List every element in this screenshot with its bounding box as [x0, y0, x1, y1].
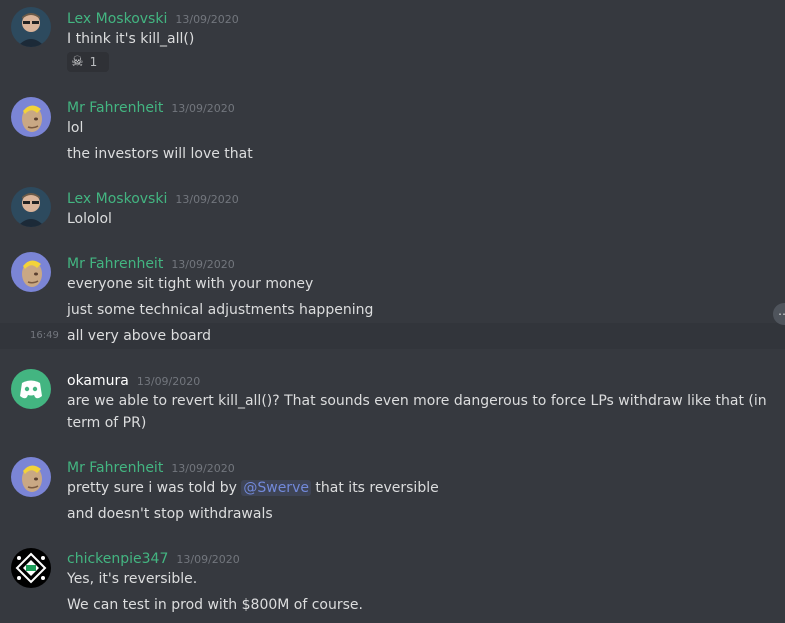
lex-avatar[interactable] [11, 187, 51, 227]
message-text-part: pretty sure i was told by [67, 480, 242, 496]
message-header: Mr Fahrenheit 13/09/2020 [67, 253, 235, 273]
chat-messages: Lex Moskovski 13/09/2020 I think it's kil… [0, 0, 785, 623]
hover-timestamp: 16:49 [30, 330, 59, 341]
reaction-count: 1 [89, 55, 98, 69]
message-actions-button[interactable]: ⋯ [773, 303, 785, 325]
fahrenheit-avatar[interactable] [11, 457, 51, 497]
message-header: Lex Moskovski 13/09/2020 [67, 188, 239, 208]
message-text: everyone sit tight with your money [67, 276, 314, 292]
message-text: pretty sure i was told by @Swerve that i… [67, 477, 439, 499]
author-name[interactable]: Lex Moskovski [67, 11, 167, 27]
chickenpie-avatar[interactable] [11, 548, 51, 588]
message-text: Yes, it's reversible. [67, 571, 198, 587]
message-header: Mr Fahrenheit 13/09/2020 [67, 97, 235, 117]
discord-avatar[interactable] [11, 369, 51, 409]
message-text: I think it's kill_all() [67, 31, 195, 47]
message-timestamp: 13/09/2020 [175, 193, 239, 206]
more-options-icon: ⋯ [778, 307, 785, 321]
author-name[interactable]: Lex Moskovski [67, 191, 167, 207]
message-text: are we able to revert kill_all()? That s… [67, 393, 767, 431]
author-name[interactable]: Mr Fahrenheit [67, 460, 163, 476]
message-timestamp: 13/09/2020 [136, 375, 201, 388]
message-timestamp: 13/09/2020 [175, 13, 239, 26]
message-header: chickenpie347 13/09/2020 [67, 548, 240, 568]
message-text: all very above board [67, 328, 212, 344]
message-timestamp: 13/09/2020 [171, 102, 235, 115]
message-header: Mr Fahrenheit 13/09/2020 [67, 457, 235, 477]
author-name[interactable]: Mr Fahrenheit [67, 100, 163, 116]
message-timestamp: 13/09/2020 [171, 462, 235, 475]
lex-avatar[interactable] [11, 7, 51, 47]
message-header: Lex Moskovski 13/09/2020 [67, 8, 239, 28]
message-text: the investors will love that [67, 146, 253, 162]
message-text: We can test in prod with $800M of course… [67, 597, 363, 613]
author-name[interactable]: okamura [67, 373, 129, 389]
fahrenheit-avatar[interactable] [11, 252, 51, 292]
message-timestamp: 13/09/2020 [171, 258, 235, 271]
message-text: just some technical adjustments happenin… [67, 302, 374, 318]
author-name[interactable]: chickenpie347 [67, 551, 168, 567]
user-mention[interactable]: @Swerve [241, 480, 311, 496]
message-header: okamura 13/09/2020 [67, 370, 200, 390]
author-name[interactable]: Mr Fahrenheit [67, 256, 163, 272]
message-timestamp: 13/09/2020 [176, 553, 240, 566]
message-text-part: that its reversible [310, 480, 439, 496]
reaction-button[interactable]: ☠ 1 [67, 52, 109, 72]
skull-crossbones-icon: ☠ [71, 54, 84, 70]
fahrenheit-avatar[interactable] [11, 97, 51, 137]
message-text: Lololol [67, 211, 112, 227]
message-text: lol [67, 120, 84, 136]
message-text: and doesn't stop withdrawals [67, 506, 273, 522]
